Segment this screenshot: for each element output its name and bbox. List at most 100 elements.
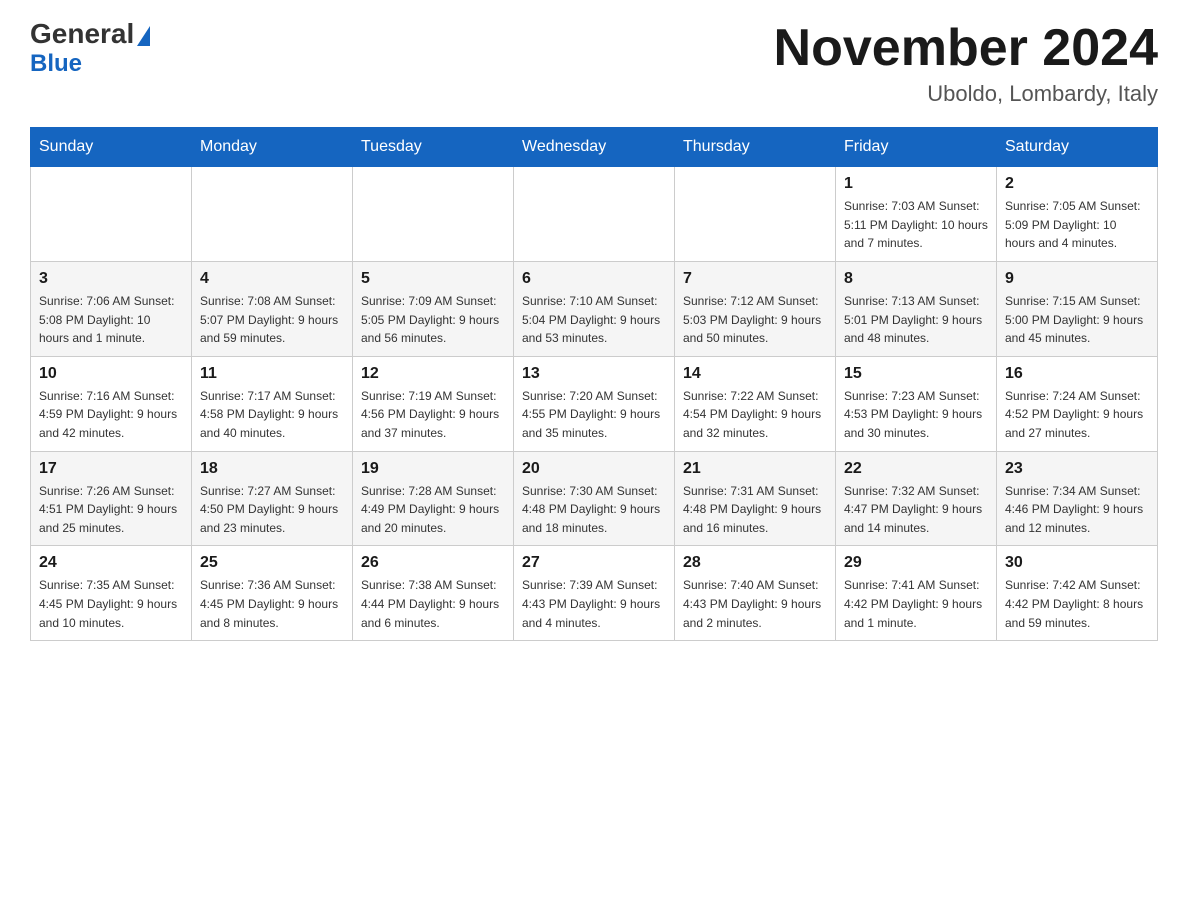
day-of-week-header: Wednesday xyxy=(514,128,675,167)
calendar-week-row: 17 Sunrise: 7:26 AM Sunset: 4:51 PM Dayli… xyxy=(31,451,1158,546)
day-info: Sunrise: 7:22 AM Sunset: 4:54 PM Dayligh… xyxy=(683,387,827,443)
day-number: 21 xyxy=(683,460,827,478)
day-of-week-header: Tuesday xyxy=(353,128,514,167)
day-number: 6 xyxy=(522,270,666,288)
calendar-day-cell: 10Sunrise: 7:16 AM Sunset: 4:59 PM Dayli… xyxy=(31,356,192,451)
calendar-day-cell: 29 Sunrise: 7:41 AM Sunset: 4:42 PM Dayli… xyxy=(836,546,997,641)
day-number: 2 xyxy=(1005,175,1149,193)
calendar-day-cell: 18 Sunrise: 7:27 AM Sunset: 4:50 PM Dayli… xyxy=(192,451,353,546)
day-info: Sunrise: 7:30 AM Sunset: 4:48 PM Dayligh… xyxy=(522,482,666,538)
day-number: 20 xyxy=(522,460,666,478)
day-info: Sunrise: 7:39 AM Sunset: 4:43 PM Dayligh… xyxy=(522,576,666,632)
calendar-day-cell: 1 Sunrise: 7:03 AM Sunset: 5:11 PM Daylig… xyxy=(836,167,997,262)
calendar-day-cell: 8Sunrise: 7:13 AM Sunset: 5:01 PM Daylig… xyxy=(836,261,997,356)
day-number: 24 xyxy=(39,554,183,572)
calendar-day-cell xyxy=(675,167,836,262)
calendar-day-cell: 17 Sunrise: 7:26 AM Sunset: 4:51 PM Dayli… xyxy=(31,451,192,546)
day-number: 29 xyxy=(844,554,988,572)
day-info: Sunrise: 7:10 AM Sunset: 5:04 PM Dayligh… xyxy=(522,292,666,348)
day-number: 7 xyxy=(683,270,827,288)
calendar-day-cell: 3 Sunrise: 7:06 AM Sunset: 5:08 PM Daylig… xyxy=(31,261,192,356)
day-number: 16 xyxy=(1005,365,1149,383)
calendar-day-cell xyxy=(192,167,353,262)
day-info: Sunrise: 7:38 AM Sunset: 4:44 PM Dayligh… xyxy=(361,576,505,632)
day-of-week-header: Sunday xyxy=(31,128,192,167)
calendar-day-cell: 9Sunrise: 7:15 AM Sunset: 5:00 PM Daylig… xyxy=(997,261,1158,356)
day-of-week-header: Monday xyxy=(192,128,353,167)
day-number: 5 xyxy=(361,270,505,288)
day-number: 26 xyxy=(361,554,505,572)
day-number: 13 xyxy=(522,365,666,383)
day-info: Sunrise: 7:17 AM Sunset: 4:58 PM Dayligh… xyxy=(200,387,344,443)
calendar-day-cell: 7 Sunrise: 7:12 AM Sunset: 5:03 PM Daylig… xyxy=(675,261,836,356)
calendar-day-cell: 19 Sunrise: 7:28 AM Sunset: 4:49 PM Dayli… xyxy=(353,451,514,546)
calendar-day-cell: 2 Sunrise: 7:05 AM Sunset: 5:09 PM Daylig… xyxy=(997,167,1158,262)
day-info: Sunrise: 7:31 AM Sunset: 4:48 PM Dayligh… xyxy=(683,482,827,538)
calendar-day-cell: 6 Sunrise: 7:10 AM Sunset: 5:04 PM Daylig… xyxy=(514,261,675,356)
day-info: Sunrise: 7:24 AM Sunset: 4:52 PM Dayligh… xyxy=(1005,387,1149,443)
logo-top: General xyxy=(30,20,150,48)
day-info: Sunrise: 7:28 AM Sunset: 4:49 PM Dayligh… xyxy=(361,482,505,538)
calendar-day-cell: 14Sunrise: 7:22 AM Sunset: 4:54 PM Dayli… xyxy=(675,356,836,451)
month-title: November 2024 xyxy=(774,20,1158,77)
day-number: 19 xyxy=(361,460,505,478)
calendar-day-cell: 16 Sunrise: 7:24 AM Sunset: 4:52 PM Dayli… xyxy=(997,356,1158,451)
day-info: Sunrise: 7:05 AM Sunset: 5:09 PM Dayligh… xyxy=(1005,197,1149,253)
day-info: Sunrise: 7:41 AM Sunset: 4:42 PM Dayligh… xyxy=(844,576,988,632)
day-info: Sunrise: 7:26 AM Sunset: 4:51 PM Dayligh… xyxy=(39,482,183,538)
calendar-day-cell: 28 Sunrise: 7:40 AM Sunset: 4:43 PM Dayli… xyxy=(675,546,836,641)
day-number: 15 xyxy=(844,365,988,383)
day-info: Sunrise: 7:06 AM Sunset: 5:08 PM Dayligh… xyxy=(39,292,183,348)
day-number: 3 xyxy=(39,270,183,288)
day-info: Sunrise: 7:12 AM Sunset: 5:03 PM Dayligh… xyxy=(683,292,827,348)
calendar-day-cell: 23 Sunrise: 7:34 AM Sunset: 4:46 PM Dayli… xyxy=(997,451,1158,546)
calendar-week-row: 3 Sunrise: 7:06 AM Sunset: 5:08 PM Daylig… xyxy=(31,261,1158,356)
day-info: Sunrise: 7:20 AM Sunset: 4:55 PM Dayligh… xyxy=(522,387,666,443)
calendar-day-cell: 11 Sunrise: 7:17 AM Sunset: 4:58 PM Dayli… xyxy=(192,356,353,451)
day-number: 18 xyxy=(200,460,344,478)
calendar-day-cell xyxy=(31,167,192,262)
day-info: Sunrise: 7:42 AM Sunset: 4:42 PM Dayligh… xyxy=(1005,576,1149,632)
calendar-day-cell: 25Sunrise: 7:36 AM Sunset: 4:45 PM Dayli… xyxy=(192,546,353,641)
day-number: 30 xyxy=(1005,554,1149,572)
day-info: Sunrise: 7:40 AM Sunset: 4:43 PM Dayligh… xyxy=(683,576,827,632)
calendar-day-cell: 27 Sunrise: 7:39 AM Sunset: 4:43 PM Dayli… xyxy=(514,546,675,641)
day-info: Sunrise: 7:15 AM Sunset: 5:00 PM Dayligh… xyxy=(1005,292,1149,348)
day-info: Sunrise: 7:08 AM Sunset: 5:07 PM Dayligh… xyxy=(200,292,344,348)
calendar-week-row: 10Sunrise: 7:16 AM Sunset: 4:59 PM Dayli… xyxy=(31,356,1158,451)
day-number: 11 xyxy=(200,365,344,383)
day-number: 28 xyxy=(683,554,827,572)
calendar-day-cell: 5 Sunrise: 7:09 AM Sunset: 5:05 PM Daylig… xyxy=(353,261,514,356)
day-info: Sunrise: 7:13 AM Sunset: 5:01 PM Dayligh… xyxy=(844,292,988,348)
calendar-day-cell: 30 Sunrise: 7:42 AM Sunset: 4:42 PM Dayli… xyxy=(997,546,1158,641)
day-info: Sunrise: 7:09 AM Sunset: 5:05 PM Dayligh… xyxy=(361,292,505,348)
calendar-day-cell: 24Sunrise: 7:35 AM Sunset: 4:45 PM Dayli… xyxy=(31,546,192,641)
location-text: Uboldo, Lombardy, Italy xyxy=(774,81,1158,107)
calendar-day-cell: 15 Sunrise: 7:23 AM Sunset: 4:53 PM Dayli… xyxy=(836,356,997,451)
logo-blue-text: Blue xyxy=(30,50,82,78)
page-header: General Blue November 2024 Uboldo, Lomba… xyxy=(30,20,1158,107)
day-of-week-header: Thursday xyxy=(675,128,836,167)
day-number: 27 xyxy=(522,554,666,572)
title-area: November 2024 Uboldo, Lombardy, Italy xyxy=(774,20,1158,107)
day-number: 1 xyxy=(844,175,988,193)
calendar-day-cell: 20 Sunrise: 7:30 AM Sunset: 4:48 PM Dayli… xyxy=(514,451,675,546)
day-info: Sunrise: 7:03 AM Sunset: 5:11 PM Dayligh… xyxy=(844,197,988,253)
calendar-day-cell xyxy=(353,167,514,262)
calendar-day-cell: 22Sunrise: 7:32 AM Sunset: 4:47 PM Dayli… xyxy=(836,451,997,546)
day-of-week-header: Saturday xyxy=(997,128,1158,167)
day-info: Sunrise: 7:32 AM Sunset: 4:47 PM Dayligh… xyxy=(844,482,988,538)
day-info: Sunrise: 7:34 AM Sunset: 4:46 PM Dayligh… xyxy=(1005,482,1149,538)
calendar-day-cell: 26 Sunrise: 7:38 AM Sunset: 4:44 PM Dayli… xyxy=(353,546,514,641)
day-number: 23 xyxy=(1005,460,1149,478)
calendar-week-row: 24Sunrise: 7:35 AM Sunset: 4:45 PM Dayli… xyxy=(31,546,1158,641)
day-info: Sunrise: 7:27 AM Sunset: 4:50 PM Dayligh… xyxy=(200,482,344,538)
day-info: Sunrise: 7:23 AM Sunset: 4:53 PM Dayligh… xyxy=(844,387,988,443)
day-number: 17 xyxy=(39,460,183,478)
day-number: 12 xyxy=(361,365,505,383)
day-number: 4 xyxy=(200,270,344,288)
day-info: Sunrise: 7:36 AM Sunset: 4:45 PM Dayligh… xyxy=(200,576,344,632)
logo-triangle-icon xyxy=(137,26,150,46)
calendar-header-row: SundayMondayTuesdayWednesdayThursdayFrid… xyxy=(31,128,1158,167)
calendar-day-cell: 13 Sunrise: 7:20 AM Sunset: 4:55 PM Dayli… xyxy=(514,356,675,451)
